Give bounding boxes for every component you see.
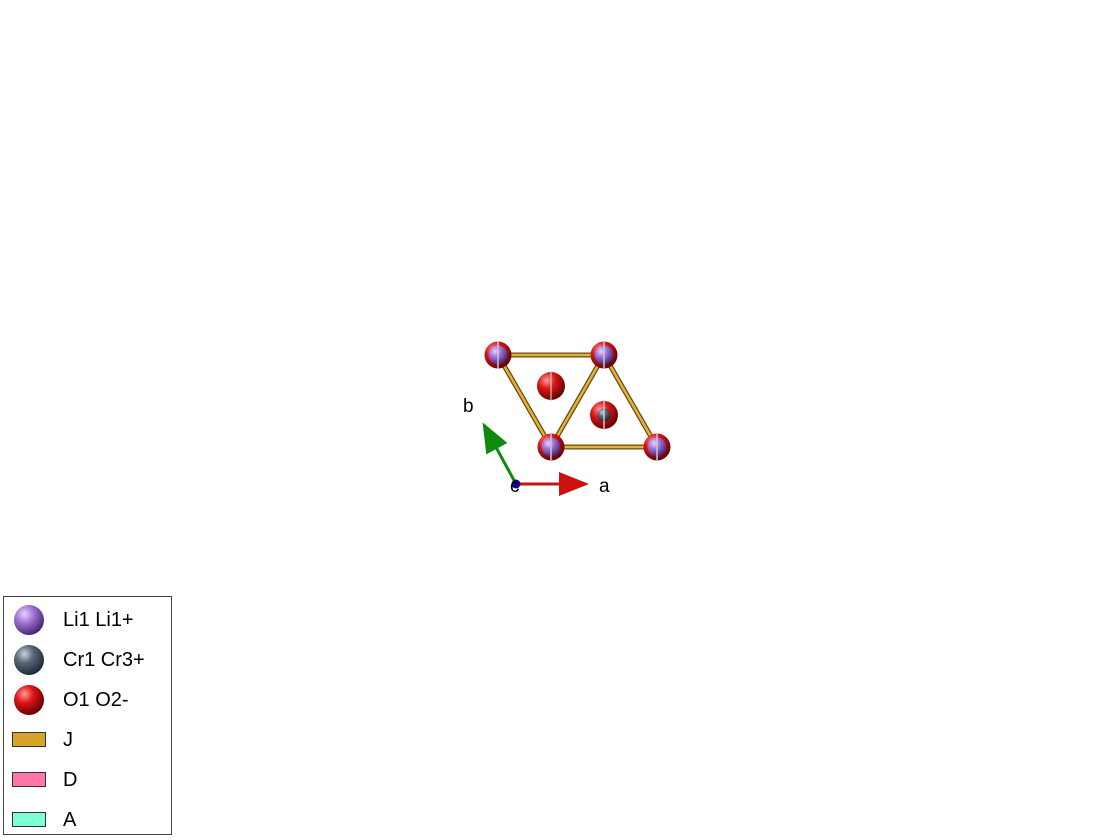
axis-label-a: a xyxy=(599,476,610,497)
legend-label: D xyxy=(63,769,78,791)
legend-label: J xyxy=(63,729,73,751)
atom-cr[interactable] xyxy=(590,400,618,430)
legend-label: Cr1 Cr3+ xyxy=(63,649,145,671)
o-sphere-icon xyxy=(14,685,44,715)
legend-item: O1 O2- xyxy=(4,679,171,719)
li-sphere-icon xyxy=(14,605,44,635)
atom-o[interactable] xyxy=(537,371,565,401)
bond-j xyxy=(602,354,659,448)
cr-sphere-icon xyxy=(14,645,44,675)
legend-item: Cr1 Cr3+ xyxy=(4,639,171,679)
bond-j xyxy=(496,354,553,448)
bond-a-swatch xyxy=(12,812,46,827)
legend-label: A xyxy=(63,809,77,831)
axis-label-b: b xyxy=(463,396,474,417)
bond-j xyxy=(549,354,606,448)
legend-label: Li1 Li1+ xyxy=(63,609,134,631)
bond-d-swatch xyxy=(12,772,46,787)
legend-item: Li1 Li1+ xyxy=(4,599,171,639)
legend-item: J xyxy=(4,719,171,759)
bond-lines xyxy=(495,352,660,450)
legend: Li1 Li1+ Cr1 Cr3+ O1 O2- J D A xyxy=(3,596,172,835)
axis-triad xyxy=(482,422,589,496)
atom-li-1[interactable] xyxy=(484,341,512,369)
legend-item: A xyxy=(4,799,171,839)
atom-li-3[interactable] xyxy=(537,433,565,461)
bond-j-swatch xyxy=(12,732,46,747)
atom-li-4[interactable] xyxy=(643,433,671,461)
atom-li-2[interactable] xyxy=(590,341,618,369)
legend-item: D xyxy=(4,759,171,799)
axis-label-c: c xyxy=(510,476,520,497)
legend-label: O1 O2- xyxy=(63,689,129,711)
